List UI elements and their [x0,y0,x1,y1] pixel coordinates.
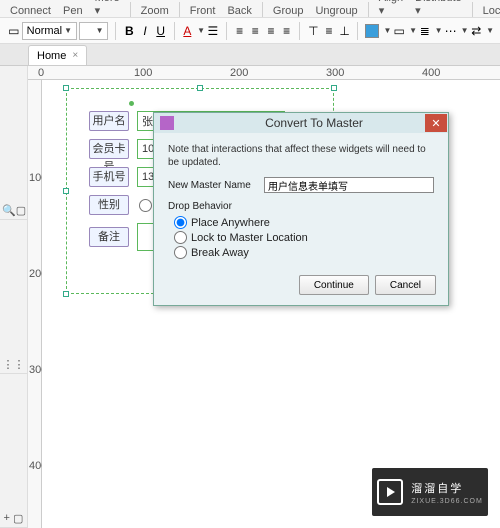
dock-pane-1: 🔍▢ [0,66,27,220]
radio-place-anywhere[interactable]: Place Anywhere [174,216,434,229]
search-icon[interactable]: 🔍 [2,204,16,217]
panel-icon[interactable]: ▢ [13,512,23,525]
watermark-sub: ZIXUE.3D66.COM [411,498,483,505]
dock-pane-3: +▢ [0,374,27,528]
font-size-selector[interactable]: ▼ [79,22,108,40]
align-justify-button[interactable]: ≡ [280,21,294,41]
radio-break-away[interactable]: Break Away [174,246,434,259]
label-remark: 备注 [89,227,129,247]
resize-handle[interactable] [63,291,69,297]
tool-distribute[interactable]: Distribute ▾ [415,0,461,17]
app-icon [160,116,174,130]
vertical-ruler: 100 200 300 400 [28,80,42,528]
bold-button[interactable]: B [122,21,136,41]
tool-zoom[interactable]: Zoom [141,5,169,17]
collapse-icon[interactable]: ▢ [16,204,26,217]
arrow-style-button[interactable]: ⇄ [470,21,484,41]
line-weight-button[interactable]: ≣ [418,21,432,41]
grip-icon[interactable]: ⋮⋮ [3,358,25,371]
dialog-titlebar[interactable]: Convert To Master ✕ [154,113,448,133]
play-icon [377,479,403,505]
tool-lock[interactable]: Lock [483,5,500,17]
radio-lock-location[interactable]: Lock to Master Location [174,231,434,244]
tab-label: Home [37,50,66,62]
horizontal-ruler: 0 100 200 300 400 [28,66,500,80]
valign-top-button[interactable]: ⊤ [306,21,320,41]
valign-middle-button[interactable]: ≡ [322,21,336,41]
align-center-button[interactable]: ≡ [248,21,262,41]
bullets-button[interactable]: ☰ [206,21,220,41]
align-left-button[interactable]: ≡ [233,21,247,41]
align-right-button[interactable]: ≡ [264,21,278,41]
tool-ungroup[interactable]: Ungroup [315,5,357,17]
tab-close-icon[interactable]: × [72,50,78,61]
italic-button[interactable]: I [138,21,152,41]
tool-back[interactable]: Back [227,5,251,17]
label-phone: 手机号 [89,167,129,187]
tab-home[interactable]: Home × [28,45,87,65]
close-button[interactable]: ✕ [425,114,447,132]
master-name-label: New Master Name [168,180,264,191]
add-icon[interactable]: + [4,512,10,525]
line-style-button[interactable]: ⋯ [444,21,458,41]
tool-connect[interactable]: Connect [10,5,51,17]
tool-front[interactable]: Front [190,5,216,17]
fill-color-button[interactable] [364,21,380,41]
underline-button[interactable]: U [154,21,168,41]
line-color-button[interactable]: ▭ [392,21,406,41]
watermark-text: 溜溜自学 [411,483,463,495]
dialog-title: Convert To Master [180,116,448,130]
dialog-note: Note that interactions that affect these… [168,143,434,169]
tool-pen[interactable]: Pen [63,5,83,17]
convert-to-master-dialog: Convert To Master ✕ Note that interactio… [153,112,449,306]
label-gender: 性别 [89,195,129,215]
resize-handle[interactable] [63,188,69,194]
cancel-button[interactable]: Cancel [375,275,436,295]
resize-handle[interactable] [197,85,203,91]
tool-more[interactable]: More ▾ [95,0,120,17]
page-tab-bar: Home × [0,44,500,66]
resize-handle[interactable] [331,85,337,91]
tool-align[interactable]: Align ▾ [379,0,403,17]
watermark-badge: 溜溜自学 ZIXUE.3D66.COM [372,468,488,516]
tool-group[interactable]: Group [273,5,304,17]
dock-pane-2: ⋮⋮ [0,220,27,374]
master-name-input[interactable] [264,177,434,193]
valign-bottom-button[interactable]: ⊥ [338,21,352,41]
label-cardno: 会员卡号 [89,139,129,159]
drop-behavior-label: Drop Behavior [168,201,434,212]
format-toolbar: ▭ Normal▼ ▼ B I U A▼ ☰ ≡ ≡ ≡ ≡ ⊤ ≡ ⊥ ▼ ▭… [0,18,500,44]
label-username: 用户名 [89,111,129,131]
style-picker-icon[interactable]: ▭ [7,21,21,41]
left-dock: 🔍▢ ⋮⋮ +▢ [0,66,28,528]
style-selector[interactable]: Normal▼ [22,22,77,40]
resize-handle[interactable] [63,85,69,91]
continue-button[interactable]: Continue [299,275,369,295]
main-toolbar: Connect Pen More ▾ Zoom Front Back Group… [0,0,500,18]
text-color-button[interactable]: A [181,21,195,41]
